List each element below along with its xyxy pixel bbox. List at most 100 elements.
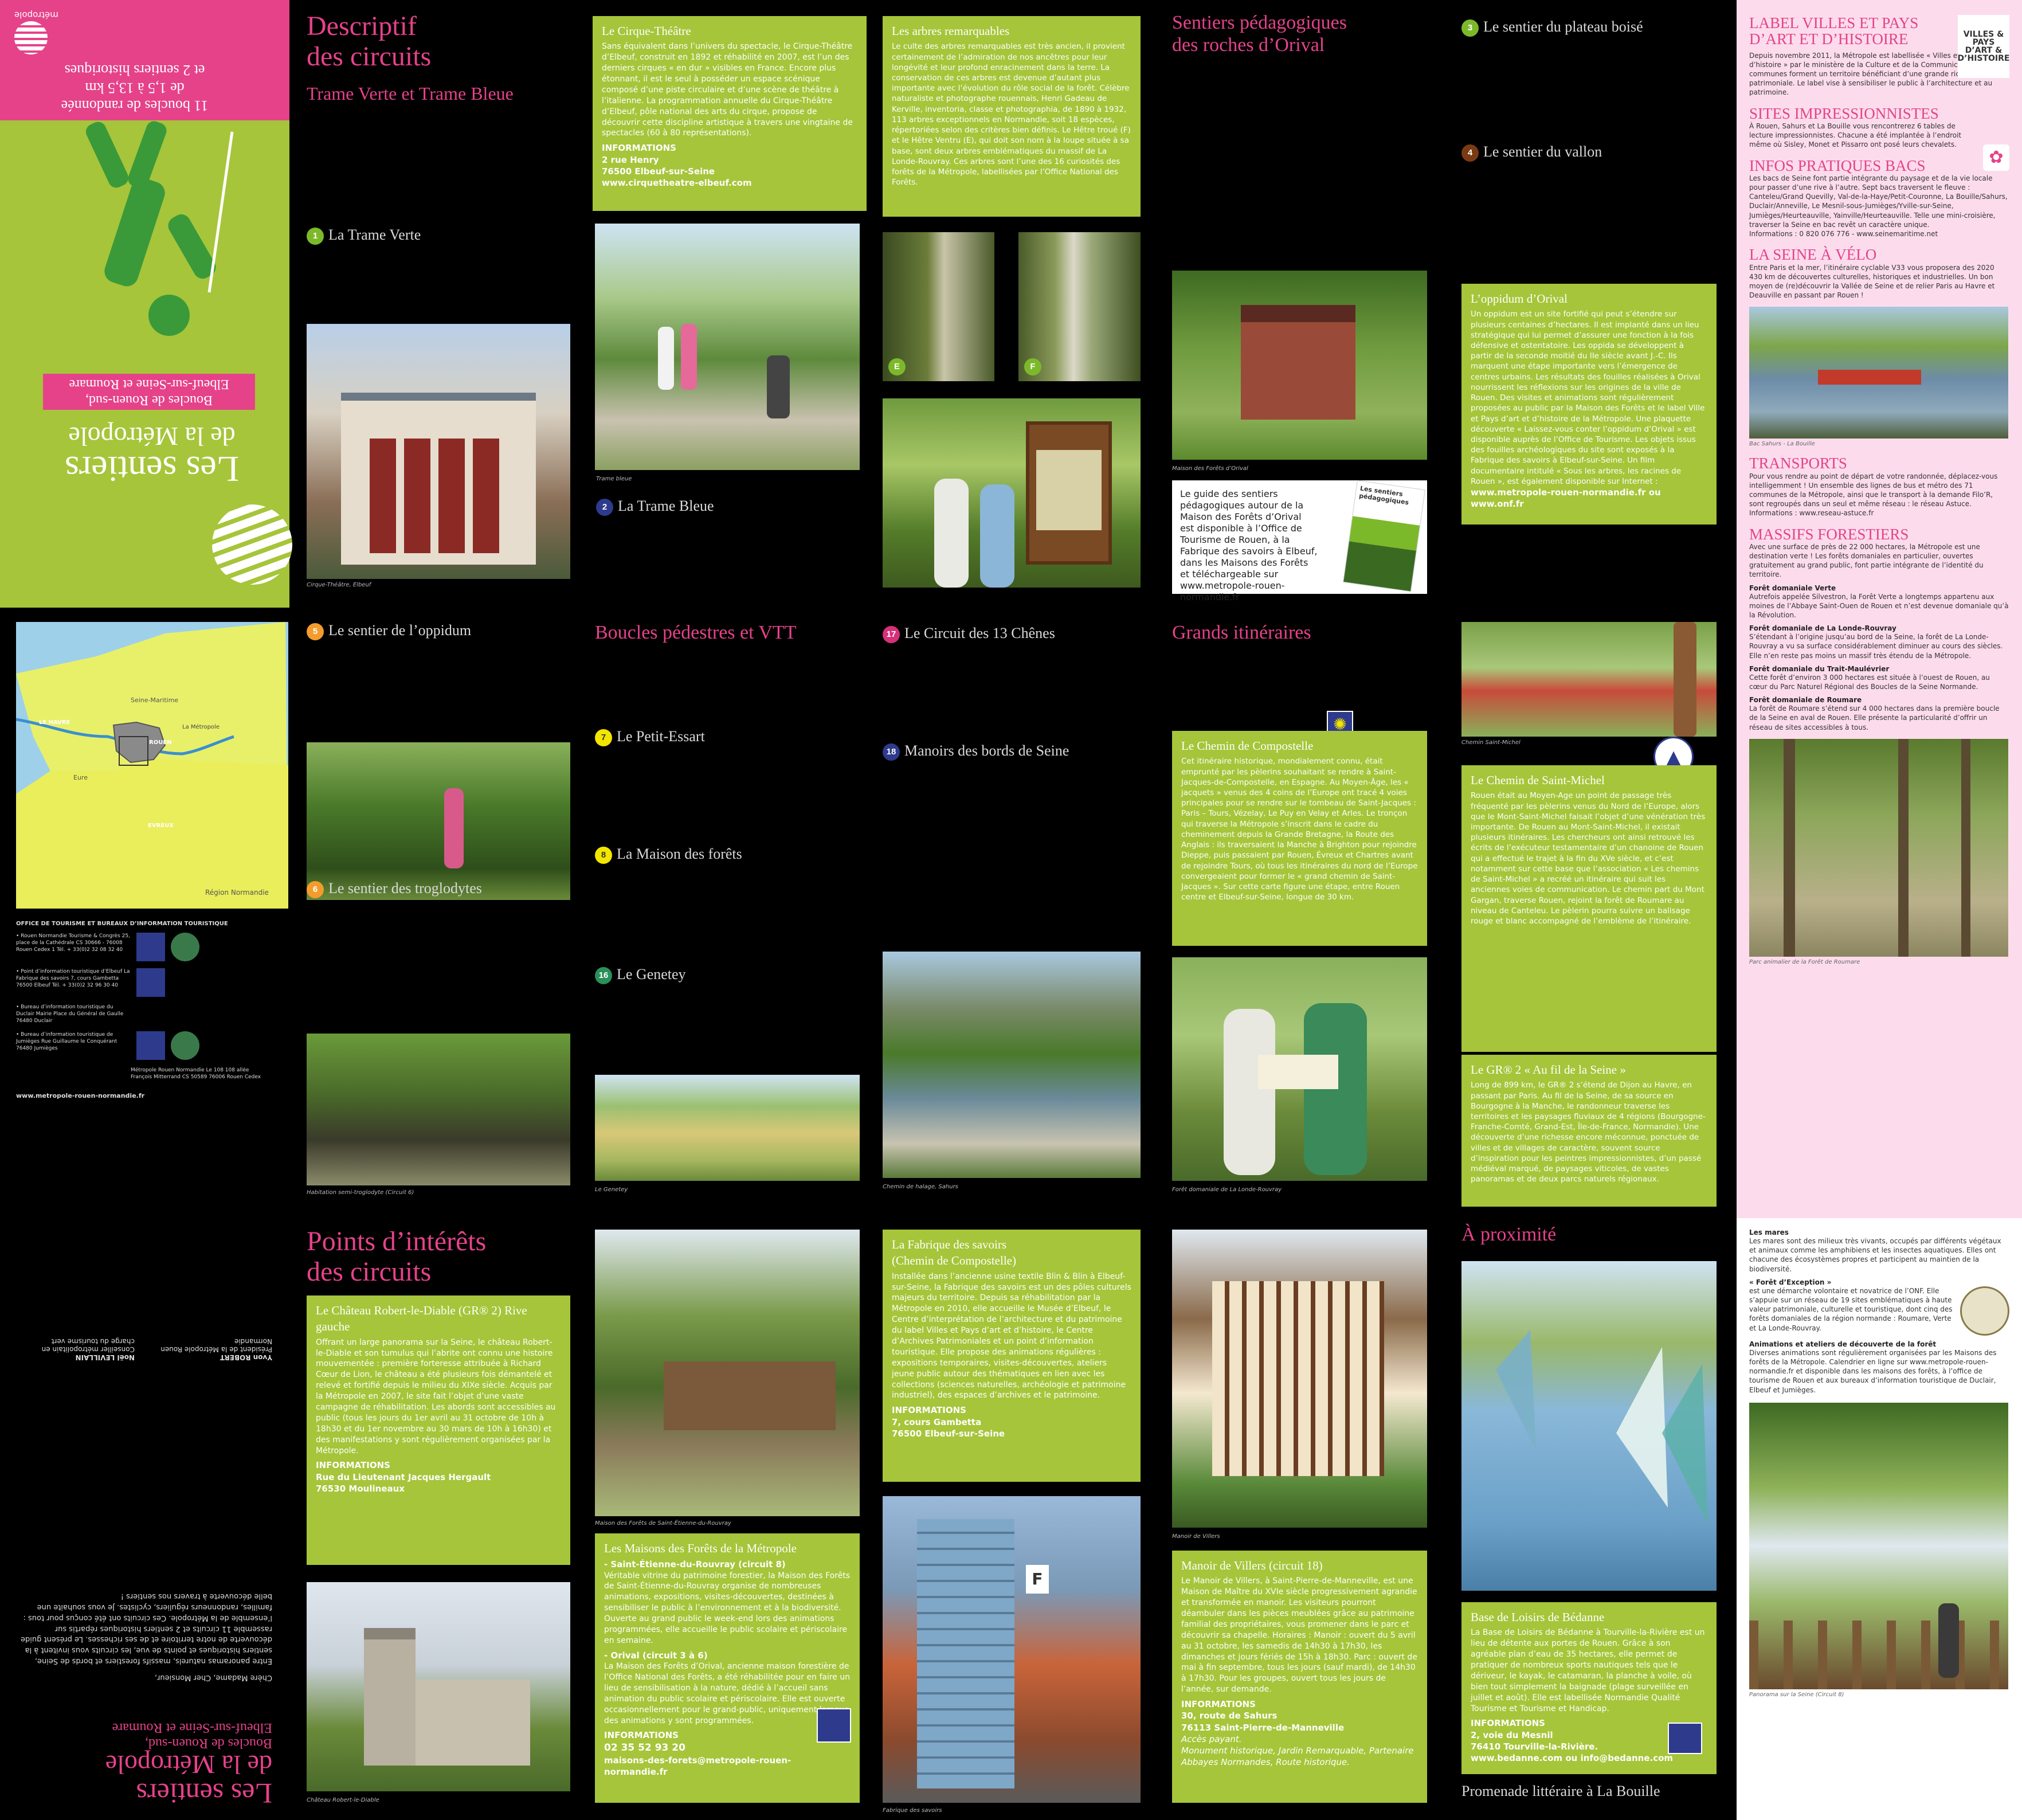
- map-label-seine-maritime: Seine-Maritime: [131, 696, 179, 704]
- foret-roumare-text: La forêt de Roumare s’étend sur 4 000 he…: [1749, 704, 2000, 731]
- back-letter-text: Entre panoramas naturels, massifs forest…: [21, 1592, 272, 1666]
- cirque-addr1: 2 rue Henry: [602, 154, 659, 165]
- tourisme-handicap-logo-2: [136, 968, 165, 997]
- back-sub-2: Elbeuf-sur-Seine et Roumare: [112, 1720, 272, 1736]
- cover-subtitle-3: et 2 sentiers historiques: [64, 61, 205, 79]
- signature-role-1: Président de la Métropole Rouen Normandi…: [160, 1337, 272, 1353]
- cirque-info-label: INFORMATIONS: [602, 143, 676, 154]
- oppidum-title: L’oppidum d’Orival: [1471, 292, 1568, 306]
- bedanne-title: Base de Loisirs de Bédanne: [1471, 1610, 1605, 1624]
- oppidum-hiker: [444, 788, 464, 868]
- circuits-5-6-panel: 5 Le sentier de l’oppidum 6 Le sentier des…: [295, 622, 579, 1207]
- maisons-mail[interactable]: maisons-des-forets@metropole-rouen-norma…: [604, 1755, 851, 1778]
- compostelle-title: Le Chemin de Compostelle: [1181, 739, 1314, 753]
- office-row-3: • Bureau d’information touristique du Du…: [16, 1004, 280, 1024]
- descriptif-subtitle: Trame Verte et Trame Bleue: [307, 83, 514, 104]
- parc-animalier-photo: [1749, 738, 2008, 957]
- right-lower-column: Les mares Les mares sont des milieux trè…: [1737, 1218, 2022, 1820]
- cirque-box: Le Cirque-Théâtre Sans équivalent dans l…: [593, 16, 867, 211]
- chateau-wall: [416, 1680, 530, 1766]
- villers-addr2: 76113 Saint-Pierre-de-Manneville: [1181, 1722, 1345, 1733]
- cover-bottom-circle-icon: [212, 504, 292, 585]
- bedanne-web[interactable]: www.bedanne.com ou info@bedanne.com: [1471, 1752, 1707, 1764]
- oppidum-web[interactable]: www.metropole-rouen-normandie.fr ou www.…: [1471, 487, 1707, 510]
- compostelle-box: Le Chemin de Compostelle Cet itinéraire …: [1172, 731, 1427, 946]
- circuit-18-badge: 18: [883, 743, 900, 761]
- foret-exception-row: est une démarche volontaire et novatrice…: [1749, 1286, 2009, 1336]
- circuits-17-18-panel: 17 Le Circuit des 13 Chênes 18 Manoirs des…: [883, 622, 1169, 1207]
- circuit-2-label: La Trame Bleue: [618, 498, 714, 514]
- hiker-blonde: [934, 479, 969, 588]
- circuit-18-title: 18 Manoirs des bords de Seine: [883, 742, 1069, 761]
- hiker-map-1: [1224, 1009, 1275, 1175]
- saint-michel-text: Rouen était au Moyen-Age un point de pas…: [1471, 791, 1706, 926]
- qualite-tourisme-logo-1: [171, 932, 199, 961]
- mares-title: Les mares: [1749, 1228, 1789, 1236]
- chemin-halage-photo: [883, 952, 1141, 1178]
- palette-icon: ✿: [1983, 144, 2009, 171]
- points-title: Points d’intérêts des circuits: [307, 1226, 486, 1287]
- transports-info: Informations : www.reseau-astuce.fr: [1749, 509, 1874, 518]
- animations-text: Diverses animations sont régulièrement o…: [1749, 1348, 1997, 1394]
- oppidum-box: L’oppidum d’Orival Un oppidum est un sit…: [1461, 284, 1717, 525]
- circuit-17-badge: 17: [883, 626, 900, 644]
- chemin-saint-michel-photo: [1461, 622, 1717, 737]
- walker-2: [681, 324, 697, 390]
- fabrique-info-label: INFORMATIONS: [892, 1405, 966, 1416]
- gr2-title: Le GR® 2 « Au fil de la Seine »: [1471, 1063, 1626, 1077]
- circuit-7-label: Le Petit-Essart: [617, 728, 705, 745]
- chateau-info-label: INFORMATIONS: [316, 1460, 390, 1471]
- tree-trunk-1: [1784, 738, 1795, 957]
- back-greeting: Chère Madame, Cher Monsieur,: [154, 1673, 272, 1682]
- back-letter: Chère Madame, Cher Monsieur, Entre panor…: [20, 1590, 272, 1682]
- map-label-eure: Eure: [73, 774, 88, 781]
- orival-panel: Sentiers pédagogiques des roches d’Oriva…: [1172, 0, 1459, 608]
- circuit-5-title: 5 Le sentier de l’oppidum: [307, 622, 471, 641]
- maisons-phone: 02 35 52 93 20: [604, 1741, 685, 1754]
- cover-tag-1: Boucles de Rouen-sud,: [85, 393, 213, 408]
- saint-michel-box: Le Chemin de Saint-Michel Rouen était au…: [1461, 765, 1717, 1052]
- parc-animalier-caption: Parc animalier de la Forêt de Roumare: [1749, 958, 1860, 965]
- manoir-villers-caption: Manoir de Villers: [1172, 1533, 1220, 1540]
- saint-michel-title: Le Chemin de Saint-Michel: [1471, 773, 1605, 787]
- arbres-title: Les arbres remarquables: [892, 24, 1010, 38]
- fabrique-glass-tower: [917, 1519, 1014, 1788]
- arbre-f-badge: F: [1024, 358, 1041, 375]
- fabrique-title-1: La Fabrique des savoirs: [892, 1238, 1007, 1251]
- circuit-2-badge: 2: [596, 499, 613, 516]
- bedanne-sails: [1496, 1330, 1708, 1525]
- normandie-map-svg: [16, 622, 288, 909]
- londe-rouvray-caption: Forêt domaniale de La Londe-Rouvray: [1172, 1187, 1282, 1193]
- maisons-panel: Maison des Forêts de Saint-Étienne-du-Ro…: [590, 1218, 877, 1820]
- circuit-4-label: Le sentier du vallon: [1483, 143, 1602, 160]
- fabrique-text: Installée dans l’ancienne usine textile …: [892, 1271, 1131, 1400]
- office-row-2: • Point d’information touristique d’Elbe…: [16, 968, 280, 997]
- villers-access: Accès payant.: [1181, 1733, 1242, 1744]
- fabrique-addr2: 76500 Elbeuf-sur-Seine: [892, 1428, 1005, 1439]
- cirque-web[interactable]: www.cirquetheatre-elbeuf.com: [602, 177, 857, 189]
- sites-impressionnistes-title: SITES IMPRESSIONNISTES: [1749, 104, 1939, 122]
- normandie-map: LE HAVRE Seine-Maritime La Métropole ROU…: [16, 622, 288, 909]
- foret-verte-text: Autrefois appelée Silvestron, la Forêt V…: [1749, 592, 2009, 620]
- circuit-4-badge: 4: [1461, 144, 1479, 162]
- map-label-le-havre: LE HAVRE: [39, 719, 70, 726]
- chateau-addr2: 76530 Moulineaux: [316, 1483, 405, 1494]
- villers-title: Manoir de Villers (circuit 18): [1181, 1559, 1323, 1572]
- panorama-person: [1938, 1603, 1959, 1678]
- office-web[interactable]: www.metropole-rouen-normandie.fr: [16, 1092, 280, 1101]
- descriptif-title-2: des circuits: [307, 41, 432, 72]
- foret-verte-title: Forêt domaniale Verte: [1749, 584, 1836, 592]
- orival-guide-cover: Les sentiers pédagogiques: [1343, 480, 1425, 592]
- proximite-title: À proximité: [1461, 1224, 1557, 1245]
- massifs-text: Avec une surface de près de 22 000 hecta…: [1749, 542, 1984, 579]
- manoir-timber: [1212, 1281, 1384, 1476]
- villers-box: Manoir de Villers (circuit 18) Le Manoir…: [1172, 1551, 1427, 1803]
- chateau-text: Offrant un large panorama sur la Seine, …: [316, 1337, 556, 1455]
- hetre-ventru-photo: E: [883, 232, 994, 381]
- villers-labels: Monument historique, Jardin Remarquable,…: [1181, 1745, 1414, 1768]
- circuit-17-label: Le Circuit des 13 Chênes: [904, 625, 1055, 641]
- circuit-3-label: Le sentier du plateau boisé: [1483, 18, 1643, 35]
- cover-title-2: de la Métropole: [68, 422, 236, 451]
- foret-exception-seal-icon: [1960, 1286, 2009, 1336]
- fabrique-box: La Fabrique des savoirs (Chemin de Compo…: [883, 1230, 1141, 1482]
